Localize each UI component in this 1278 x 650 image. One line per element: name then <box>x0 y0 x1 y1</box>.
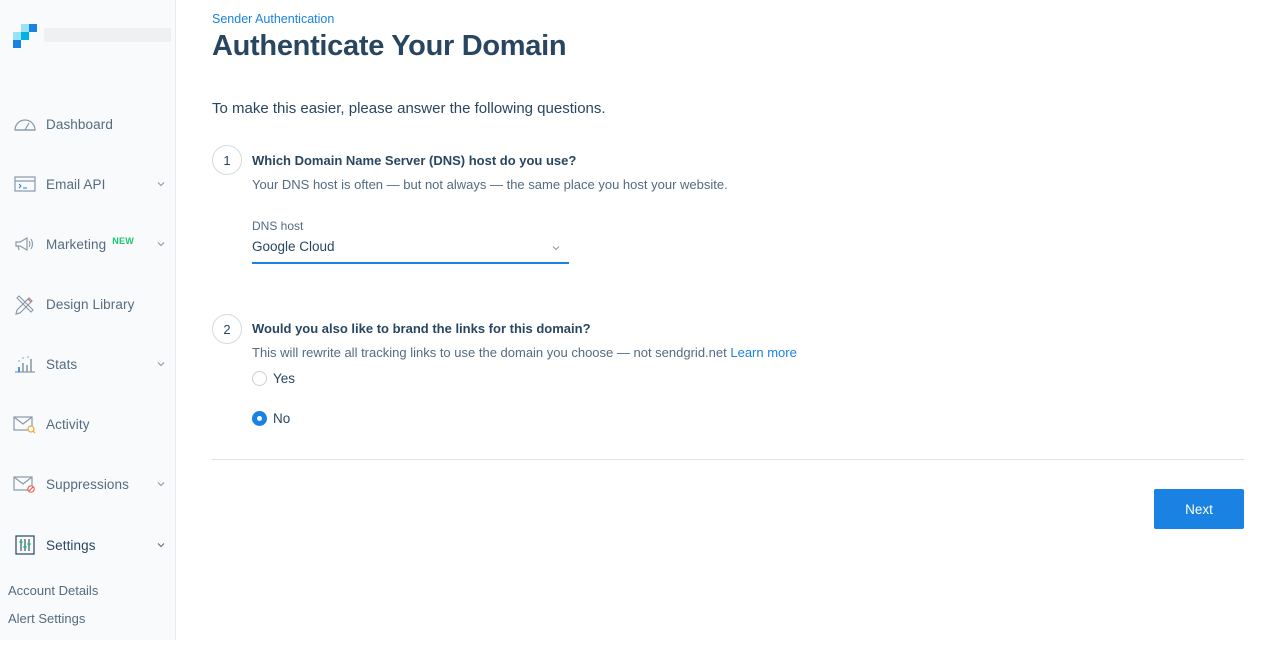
learn-more-link[interactable]: Learn more <box>730 345 796 360</box>
sidebar-item-activity[interactable]: Activity <box>0 404 176 444</box>
sidebar-item-label: Dashboard <box>46 116 113 132</box>
next-button[interactable]: Next <box>1154 489 1244 529</box>
sidebar-subitem-alert-settings[interactable]: Alert Settings <box>8 611 85 626</box>
sidebar-item-label: Email API <box>46 176 106 192</box>
radio-button-no[interactable] <box>252 411 267 426</box>
chevron-down-icon <box>552 246 560 251</box>
account-name-placeholder <box>44 28 171 42</box>
sidebar-item-email-api[interactable]: Email API <box>0 164 176 204</box>
breadcrumb[interactable]: Sender Authentication <box>212 12 334 26</box>
chevron-down-icon[interactable] <box>156 479 166 489</box>
sidebar-item-label: Suppressions <box>46 476 129 492</box>
sidebar-item-label: Activity <box>46 416 90 432</box>
radio-option-no[interactable]: No <box>252 411 290 426</box>
sidebar-subitem-account-details[interactable]: Account Details <box>8 583 98 598</box>
envelope-search-icon <box>13 413 37 435</box>
envelope-block-icon <box>13 473 37 495</box>
sidebar: Dashboard Email API Marketing NEW Design … <box>0 0 176 640</box>
sliders-icon <box>13 534 37 556</box>
sidebar-item-dashboard[interactable]: Dashboard <box>0 104 176 144</box>
page-title: Authenticate Your Domain <box>212 30 567 62</box>
sidebar-item-design-library[interactable]: Design Library <box>0 284 176 324</box>
megaphone-icon <box>13 233 37 255</box>
sidebar-item-label-wrap: Marketing NEW <box>46 236 134 252</box>
question-description: Your DNS host is often — but not always … <box>252 177 728 192</box>
chevron-down-icon[interactable] <box>156 359 166 369</box>
step-number-badge: 1 <box>212 145 242 175</box>
divider <box>212 459 1244 460</box>
sendgrid-logo-icon[interactable] <box>12 24 38 48</box>
radio-label: No <box>273 411 291 426</box>
chevron-down-icon[interactable] <box>156 179 166 189</box>
step-number-badge: 2 <box>212 314 242 344</box>
intro-text: To make this easier, please answer the f… <box>212 100 606 117</box>
chevron-down-icon[interactable] <box>156 239 166 249</box>
sidebar-item-label: Marketing <box>46 237 107 252</box>
sidebar-item-label: Stats <box>46 356 78 372</box>
question-title: Would you also like to brand the links f… <box>252 321 591 336</box>
sidebar-item-marketing[interactable]: Marketing NEW <box>0 224 176 264</box>
dns-host-selected-value: Google Cloud <box>252 239 335 254</box>
terminal-window-icon <box>13 173 37 195</box>
gauge-icon <box>13 113 37 135</box>
main-content: Sender Authentication Authenticate Your … <box>176 0 1278 650</box>
pencil-ruler-icon <box>13 293 37 315</box>
question-title: Which Domain Name Server (DNS) host do y… <box>252 153 577 168</box>
sidebar-item-suppressions[interactable]: Suppressions <box>0 464 176 504</box>
sidebar-item-label: Design Library <box>46 296 135 312</box>
chevron-down-icon[interactable] <box>156 540 166 550</box>
new-badge: NEW <box>112 236 135 246</box>
bar-chart-icon <box>13 353 37 375</box>
question-description: This will rewrite all tracking links to … <box>252 345 797 360</box>
radio-option-yes[interactable]: Yes <box>252 371 295 386</box>
sidebar-item-stats[interactable]: Stats <box>0 344 176 384</box>
radio-label: Yes <box>273 371 296 386</box>
radio-button-yes[interactable] <box>252 371 267 386</box>
dns-host-select[interactable]: Google Cloud <box>252 236 569 264</box>
sidebar-item-label: Settings <box>46 537 96 553</box>
sidebar-item-settings[interactable]: Settings <box>0 525 176 565</box>
dns-host-label: DNS host <box>252 219 304 233</box>
question-description-text: This will rewrite all tracking links to … <box>252 345 727 360</box>
